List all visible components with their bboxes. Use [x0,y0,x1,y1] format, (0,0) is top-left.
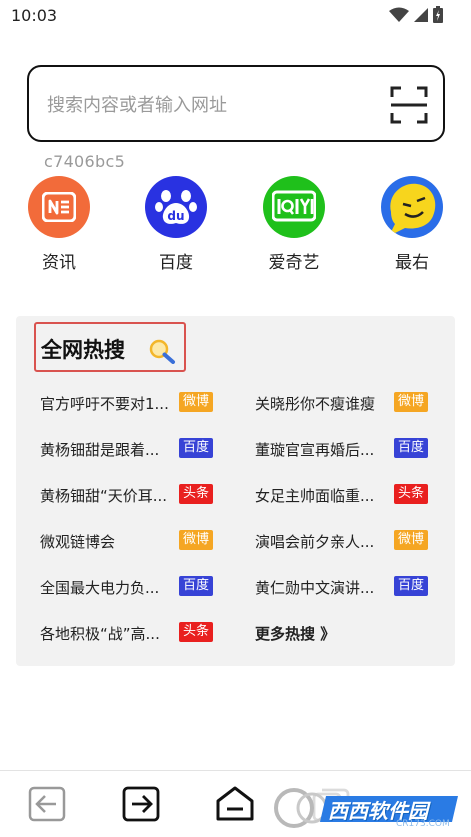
hot-item[interactable]: 全国最大电力负... 百度 [40,575,240,599]
iqiyi-icon [263,176,325,238]
source-badge: 微博 [394,530,429,550]
scan-icon [390,86,428,124]
hot-search-panel: 全网热搜 官方呼吁不要对1... 微博 关晓彤你不瘦谁瘦 微博 黄杨钿甜是跟着.… [16,316,455,666]
shortcut-label: 百度 [159,253,193,273]
hot-item-text: 官方呼吁不要对1... [40,395,169,413]
search-input[interactable] [47,89,367,121]
hot-item-text: 女足主帅面临重... [255,487,375,505]
zuiyou-icon [381,176,443,238]
shortcut-label: 爱奇艺 [268,253,320,273]
hot-item-text: 黄仁勋中文演讲... [255,579,375,597]
source-badge: 头条 [179,622,214,642]
source-badge: 头条 [179,484,214,504]
source-badge: 百度 [394,438,429,458]
watermark: 西西软件园 CR173.COM [270,786,466,830]
hot-item-text: 董璇官宣再婚后... [255,441,375,459]
hot-item[interactable]: 官方呼吁不要对1... 微博 [40,391,240,415]
hot-item-text: 微观链博会 [40,533,116,551]
svg-text:du: du [167,209,184,223]
forward-button[interactable] [121,784,161,824]
signal-icon [414,7,428,22]
watermark-subtext: CR173.COM [396,819,450,829]
hot-item[interactable]: 微观链博会 微博 [40,529,240,553]
wifi-icon [389,7,409,22]
source-badge: 百度 [179,576,214,596]
hot-item-text: 黄杨钿甜是跟着... [40,441,160,459]
back-button[interactable] [27,784,67,824]
hot-item[interactable]: 各地积极“战”高... 头条 [40,621,240,645]
status-bar: 10:03 [0,0,471,32]
source-badge: 微博 [394,392,429,412]
news-icon [28,176,90,238]
shortcut-baidu[interactable]: du 百度 [131,176,221,273]
hot-item-text: 黄杨钿甜“天价耳... [40,487,168,505]
back-arrow-icon [28,786,66,822]
hot-item[interactable]: 黄杨钿甜是跟着... 百度 [40,437,240,461]
hot-item[interactable]: 女足主帅面临重... 头条 [255,483,455,507]
hot-item[interactable]: 董璇官宣再婚后... 百度 [255,437,455,461]
hot-item[interactable]: 黄杨钿甜“天价耳... 头条 [40,483,240,507]
status-time: 10:03 [11,6,58,25]
hot-item[interactable]: 黄仁勋中文演讲... 百度 [255,575,455,599]
home-icon [216,786,254,821]
hot-item-text: 全国最大电力负... [40,579,160,597]
source-badge: 微博 [179,530,214,550]
hot-item-text: 各地积极“战”高... [40,625,160,643]
more-hot-search-label: 更多热搜 》 [255,625,336,643]
source-badge: 头条 [394,484,429,504]
status-icons [389,6,443,23]
hot-search-header: 全网热搜 [34,322,186,372]
shortcut-news[interactable]: 资讯 [14,176,104,273]
shortcut-label: 资讯 [42,253,76,273]
hot-item[interactable]: 关晓彤你不瘦谁瘦 微博 [255,391,455,415]
forward-arrow-icon [122,786,160,822]
home-button[interactable] [215,784,255,824]
hot-item-text: 关晓彤你不瘦谁瘦 [255,395,376,413]
source-badge: 微博 [179,392,214,412]
hot-item-text: 演唱会前夕亲人... [255,533,375,551]
search-box[interactable] [27,65,445,142]
magnifier-icon [149,339,175,364]
battery-icon [433,6,443,23]
source-badge: 百度 [179,438,214,458]
shortcut-zuiyou[interactable]: 最右 [367,176,457,273]
device-id: c7406bc5 [44,152,126,171]
baidu-paw-icon: du [145,176,207,238]
hot-search-title: 全网热搜 [41,338,125,362]
source-badge: 百度 [394,576,429,596]
shortcut-label: 最右 [395,253,429,273]
hot-item[interactable]: 演唱会前夕亲人... 微博 [255,529,455,553]
shortcut-iqiyi[interactable]: 爱奇艺 [249,176,339,273]
scan-button[interactable] [389,85,429,125]
more-hot-search-link[interactable]: 更多热搜 》 [255,621,455,645]
